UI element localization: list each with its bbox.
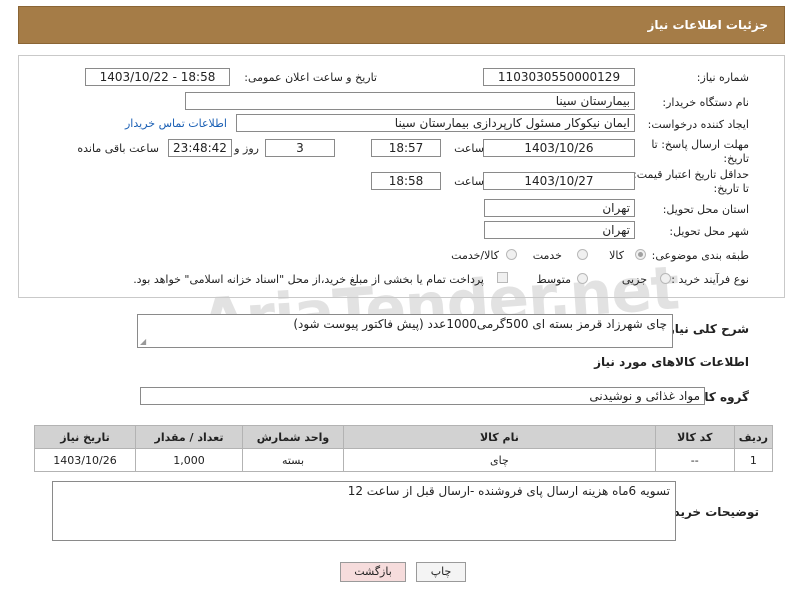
city-field: تهران (484, 221, 635, 239)
deadline-label: مهلت ارسال پاسخ: تا تاریخ: (651, 138, 749, 165)
price-time-field: 18:58 (371, 172, 441, 190)
category-goods-radio[interactable] (635, 249, 646, 260)
price-validity-label: حداقل تاریخ اعتبار قیمت: تا تاریخ: (633, 168, 749, 195)
print-button[interactable]: چاپ (416, 562, 466, 582)
days-label: روز و (234, 142, 259, 155)
goods-group-field: مواد غذائی و نوشیدنی (140, 387, 705, 405)
cell-qty: 1,000 (135, 448, 243, 472)
buyer-notes-text: تسویه 6ماه هزینه ارسال پای فروشنده -ارسا… (347, 484, 670, 498)
cell-row: 1 (733, 448, 774, 472)
cell-name: چای (343, 448, 656, 472)
back-button[interactable]: بازگشت (340, 562, 406, 582)
process-medium-radio[interactable] (577, 273, 588, 284)
goods-section-title: اطلاعات کالاهای مورد نیاز (594, 355, 749, 369)
creator-label: ایجاد کننده درخواست: (647, 118, 749, 131)
category-goods-service-radio[interactable] (506, 249, 517, 260)
days-field: 3 (265, 139, 335, 157)
category-label: طبقه بندی موضوعی: (651, 249, 749, 262)
price-time-label: ساعت (454, 175, 484, 188)
city-label: شهر محل تحویل: (669, 225, 749, 238)
category-goods-service-label: کالا/خدمت (451, 249, 499, 262)
treasury-payment-checkbox[interactable] (497, 272, 508, 283)
announce-field: 1403/10/22 - 18:58 (85, 68, 230, 86)
announce-label: تاریخ و ساعت اعلان عمومی: (244, 71, 377, 84)
price-date-field: 1403/10/27 (483, 172, 635, 190)
cell-date: 1403/10/26 (34, 448, 136, 472)
remaining-label: ساعت باقی مانده (77, 142, 159, 155)
creator-field: ایمان نیکوکار مسئول کارپردازی بیمارستان … (236, 114, 635, 132)
resize-grip-icon[interactable]: ◢ (140, 337, 146, 346)
deadline-time-label: ساعت (454, 142, 484, 155)
col-qty-header: تعداد / مقدار (135, 425, 243, 449)
table-header-row: ردیف کد کالا نام کالا واحد شمارش تعداد /… (34, 425, 774, 449)
buyer-field: بیمارستان سینا (185, 92, 635, 110)
need-number-field: 1103030550000129 (483, 68, 635, 86)
category-goods-label: کالا (609, 249, 624, 262)
province-label: استان محل تحویل: (662, 203, 749, 216)
process-type-label: نوع فرآیند خرید : (671, 273, 749, 286)
cell-unit: بسته (242, 448, 344, 472)
col-date-header: تاریخ نیاز (34, 425, 136, 449)
description-label: شرح کلی نیاز: (663, 322, 749, 336)
deadline-date-field: 1403/10/26 (483, 139, 635, 157)
buyer-notes-field: تسویه 6ماه هزینه ارسال پای فروشنده -ارسا… (52, 481, 676, 541)
category-service-radio[interactable] (577, 249, 588, 260)
col-unit-header: واحد شمارش (242, 425, 344, 449)
province-field: تهران (484, 199, 635, 217)
buyer-contact-link[interactable]: اطلاعات تماس خریدار (125, 117, 227, 130)
remaining-time-field: 23:48:42 (168, 139, 232, 157)
process-medium-label: متوسط (536, 273, 571, 286)
deadline-time-field: 18:57 (371, 139, 441, 157)
goods-table: ردیف کد کالا نام کالا واحد شمارش تعداد /… (34, 425, 774, 472)
table-row: 1 -- چای بسته 1,000 1403/10/26 (34, 448, 774, 472)
treasury-payment-note: پرداخت تمام یا بخشی از مبلغ خرید،از محل … (133, 273, 484, 286)
buyer-label: نام دستگاه خریدار: (662, 96, 749, 109)
need-number-label: شماره نیاز: (696, 71, 749, 84)
col-name-header: نام کالا (343, 425, 656, 449)
page-header: جزئیات اطلاعات نیاز (18, 6, 785, 44)
page-title: جزئیات اطلاعات نیاز (647, 18, 768, 32)
col-row-header: ردیف (733, 425, 774, 449)
process-small-radio[interactable] (660, 273, 671, 284)
description-field: چای شهرزاد قرمز بسته ای 500گرمی1000عدد (… (137, 314, 673, 348)
description-text: چای شهرزاد قرمز بسته ای 500گرمی1000عدد (… (293, 317, 667, 331)
col-code-header: کد کالا (654, 425, 735, 449)
category-service-label: خدمت (532, 249, 562, 262)
cell-code: -- (654, 448, 735, 472)
process-small-label: جزیی (621, 273, 647, 286)
